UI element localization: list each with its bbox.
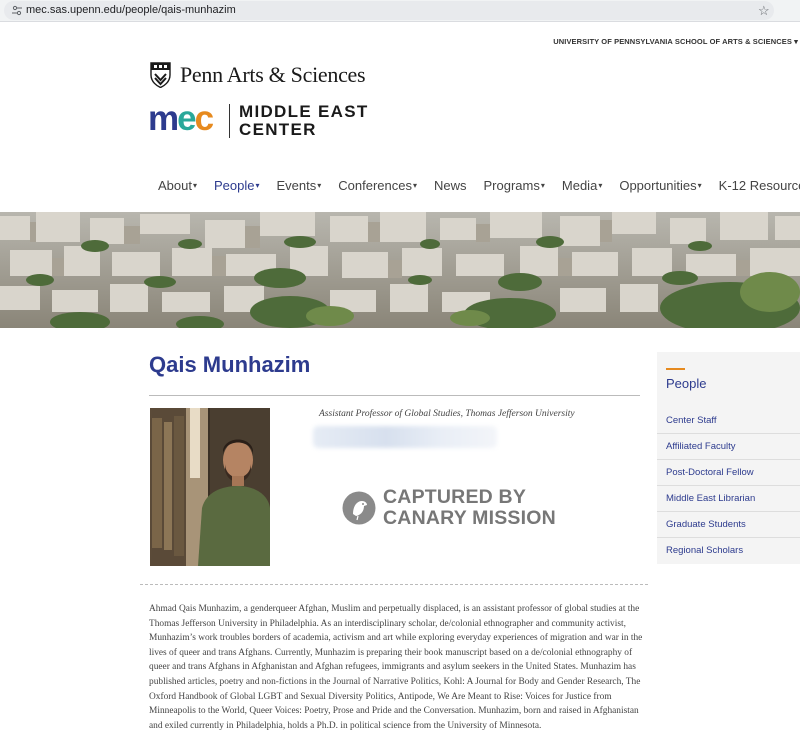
caret-down-icon: ▾ — [192, 181, 197, 190]
sidebar-item-affiliated-faculty[interactable]: Affiliated Faculty — [657, 434, 800, 460]
sidebar-heading[interactable]: People — [666, 376, 706, 391]
sidebar-accent-bar — [666, 368, 685, 370]
university-dropdown-link[interactable]: UNIVERSITY OF PENNSYLVANIA SCHOOL OF ART… — [553, 37, 798, 46]
penn-arts-sciences-logo[interactable]: Penn Arts & Sciences — [180, 62, 366, 88]
mec-logo[interactable]: mec — [148, 100, 224, 140]
nav-people[interactable]: People▾ — [214, 178, 260, 193]
main-nav: About▾ People▾ Events▾ Conferences▾ News… — [158, 178, 800, 193]
caret-down-icon: ▾ — [697, 181, 702, 190]
nav-events[interactable]: Events▾ — [277, 178, 322, 193]
watermark-line1: CAPTURED BY — [383, 486, 527, 508]
sidebar: People Center Staff Affiliated Faculty P… — [657, 352, 800, 564]
nav-opportunities[interactable]: Opportunities▾ — [619, 178, 701, 193]
caret-down-icon: ▾ — [540, 181, 545, 190]
blurred-email-link[interactable] — [313, 426, 497, 448]
address-bar[interactable]: mec.sas.upenn.edu/people/qais-munhazim ☆ — [4, 1, 774, 20]
mec-logo-text: mec — [148, 100, 214, 138]
penn-shield-icon — [150, 62, 171, 88]
sidebar-item-center-staff[interactable]: Center Staff — [657, 408, 800, 434]
caret-down-icon: ▾ — [412, 181, 417, 190]
nav-media[interactable]: Media▾ — [562, 178, 602, 193]
url-text[interactable]: mec.sas.upenn.edu/people/qais-munhazim — [26, 4, 236, 16]
caret-down-icon: ▾ — [255, 181, 260, 190]
title-divider — [149, 395, 640, 396]
sidebar-item-graduate-students[interactable]: Graduate Students — [657, 512, 800, 538]
sidebar-links: Center Staff Affiliated Faculty Post-Doc… — [657, 408, 800, 564]
sidebar-item-middle-east-librarian[interactable]: Middle East Librarian — [657, 486, 800, 512]
browser-toolbar: mec.sas.upenn.edu/people/qais-munhazim ☆ — [0, 0, 800, 22]
logo-divider — [229, 104, 230, 138]
center-name[interactable]: MIDDLE EAST CENTER — [239, 103, 369, 139]
nav-programs[interactable]: Programs▾ — [484, 178, 545, 193]
profile-bio: Ahmad Qais Munhazim, a genderqueer Afgha… — [149, 604, 643, 731]
university-link-label: UNIVERSITY OF PENNSYLVANIA SCHOOL OF ART… — [553, 37, 792, 46]
sidebar-item-post-doctoral-fellow[interactable]: Post-Doctoral Fellow — [657, 460, 800, 486]
caret-down-icon: ▾ — [317, 181, 322, 190]
profile-photo — [150, 408, 270, 566]
center-name-line2: CENTER — [239, 120, 317, 139]
nav-k12-resources[interactable]: K-12 Resources▾ — [719, 178, 800, 193]
watermark-text: CAPTURED BY CANARY MISSION — [383, 487, 556, 529]
canary-bird-icon — [342, 491, 376, 525]
page-title: Qais Munhazim — [149, 352, 311, 377]
canary-mission-watermark: CAPTURED BY CANARY MISSION — [342, 487, 556, 529]
nav-about[interactable]: About▾ — [158, 178, 197, 193]
nav-conferences[interactable]: Conferences▾ — [338, 178, 417, 193]
section-divider — [140, 584, 648, 585]
bookmark-star-icon[interactable]: ☆ — [758, 4, 770, 18]
chevron-down-icon: ▾ — [794, 37, 798, 46]
sidebar-item-regional-scholars[interactable]: Regional Scholars — [657, 538, 800, 564]
caret-down-icon: ▾ — [598, 181, 603, 190]
job-title: Assistant Professor of Global Studies, T… — [319, 409, 575, 419]
nav-news[interactable]: News — [434, 178, 467, 193]
city-banner-image — [0, 212, 800, 328]
watermark-line2: CANARY MISSION — [383, 507, 556, 529]
site-info-icon[interactable] — [12, 5, 22, 16]
center-name-line1: MIDDLE EAST — [239, 102, 369, 121]
